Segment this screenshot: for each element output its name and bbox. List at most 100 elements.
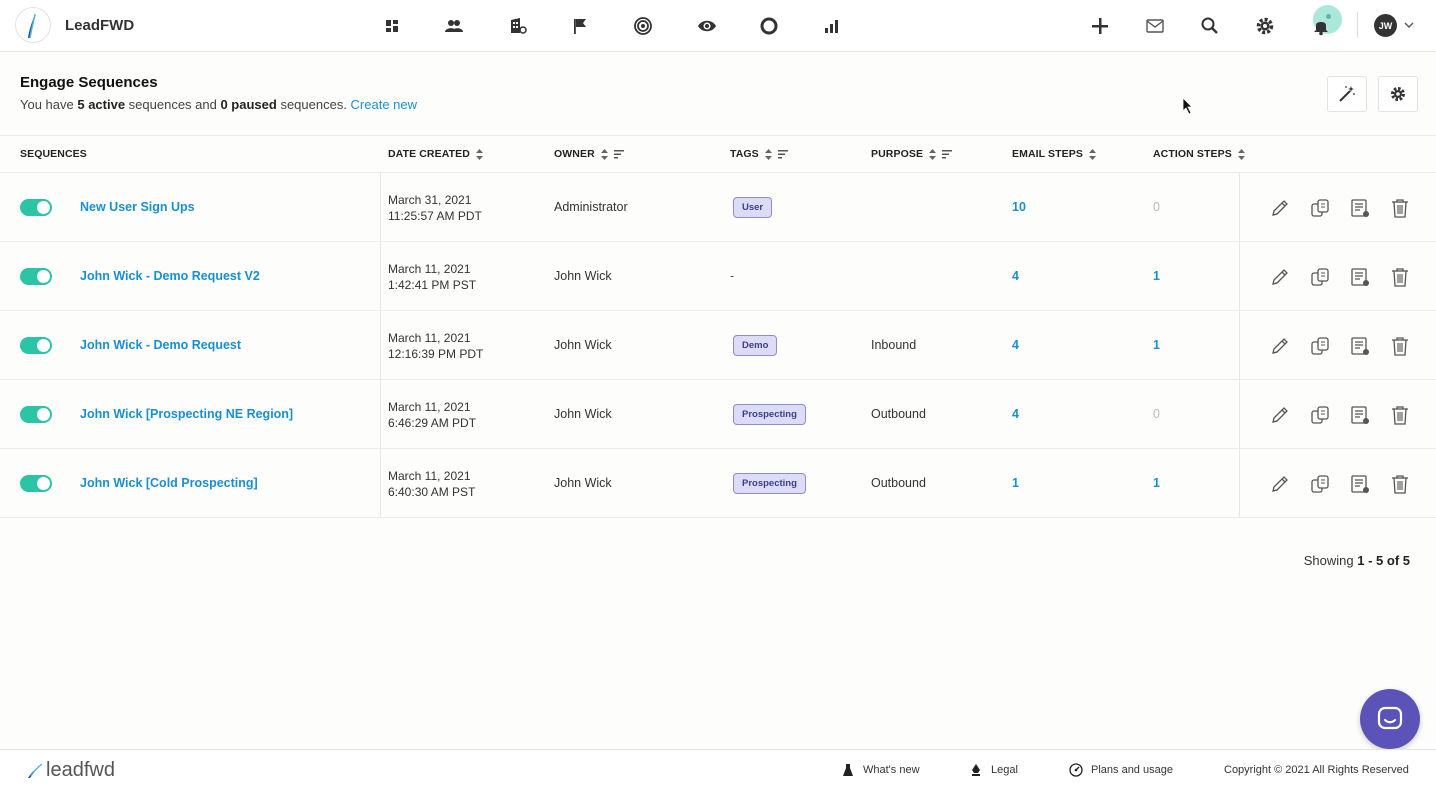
duplicate-icon[interactable]	[1308, 403, 1332, 427]
sequence-active-toggle[interactable]	[20, 337, 52, 354]
column-header-sequences: SEQUENCES	[20, 148, 87, 160]
sort-icon[interactable]	[764, 148, 773, 160]
filter-icon[interactable]	[777, 149, 788, 159]
action-steps-count[interactable]: 1	[1153, 476, 1160, 490]
report-icon[interactable]	[1348, 472, 1372, 496]
tag-badge[interactable]: Prospecting	[733, 404, 806, 425]
pen-nib-icon	[972, 764, 980, 776]
tag-badge[interactable]: Prospecting	[733, 473, 806, 494]
action-steps-count: 0	[1153, 407, 1160, 421]
owner-name: John Wick	[554, 269, 612, 283]
sequence-active-toggle[interactable]	[20, 268, 52, 285]
target-icon[interactable]	[630, 13, 656, 39]
email-steps-count[interactable]: 4	[1012, 338, 1019, 352]
tag-badge[interactable]: User	[733, 197, 773, 218]
sequence-name-link[interactable]: John Wick - Demo Request V2	[80, 269, 260, 283]
sort-icon[interactable]	[1088, 148, 1097, 160]
magic-wand-button[interactable]	[1327, 76, 1367, 112]
column-header-tags[interactable]: TAGS	[730, 148, 788, 160]
owner-name: Administrator	[554, 200, 628, 214]
sequence-name-link[interactable]: New User Sign Ups	[80, 200, 195, 214]
dashboard-icon[interactable]	[379, 13, 405, 39]
email-steps-count[interactable]: 4	[1012, 407, 1019, 421]
plus-icon[interactable]	[1087, 13, 1113, 39]
edit-icon[interactable]	[1268, 196, 1292, 220]
plans-usage-link[interactable]: Plans and usage	[1069, 763, 1173, 777]
table-row: John Wick [Cold Prospecting] March 11, 2…	[0, 449, 1436, 518]
report-icon[interactable]	[1348, 403, 1372, 427]
app-logo[interactable]	[15, 7, 51, 43]
delete-icon[interactable]	[1388, 472, 1412, 496]
report-icon[interactable]	[1348, 196, 1372, 220]
sort-icon[interactable]	[928, 148, 937, 160]
legal-link[interactable]: Legal	[969, 763, 1018, 777]
footer-logo[interactable]: leadfwd	[26, 759, 115, 782]
column-header-action-steps[interactable]: ACTION STEPS	[1153, 148, 1246, 160]
date-created: March 11, 2021 6:46:29 AM PDT	[388, 400, 477, 430]
brand-name[interactable]: LeadFWD	[65, 17, 134, 34]
buildings-icon[interactable]	[505, 13, 531, 39]
sort-icon[interactable]	[600, 148, 609, 160]
settings-button[interactable]	[1378, 76, 1418, 112]
report-icon[interactable]	[1348, 265, 1372, 289]
edit-icon[interactable]	[1268, 334, 1292, 358]
create-new-link[interactable]: Create new	[351, 97, 417, 112]
action-steps-count[interactable]: 1	[1153, 338, 1160, 352]
sort-icon[interactable]	[1237, 148, 1246, 160]
sequence-name-link[interactable]: John Wick - Demo Request	[80, 338, 241, 352]
table-row: New User Sign Ups March 31, 2021 11:25:5…	[0, 173, 1436, 242]
sequence-active-toggle[interactable]	[20, 199, 52, 216]
delete-icon[interactable]	[1388, 334, 1412, 358]
circle-icon[interactable]	[756, 13, 782, 39]
delete-icon[interactable]	[1388, 403, 1412, 427]
column-header-owner[interactable]: OWNER	[554, 148, 624, 160]
delete-icon[interactable]	[1388, 196, 1412, 220]
filter-icon[interactable]	[613, 149, 624, 159]
duplicate-icon[interactable]	[1308, 472, 1332, 496]
action-steps-count[interactable]: 1	[1153, 269, 1160, 283]
sequence-active-toggle[interactable]	[20, 475, 52, 492]
chat-launcher-button[interactable]	[1360, 689, 1420, 749]
column-header-email-steps[interactable]: EMAIL STEPS	[1012, 148, 1097, 160]
mail-icon[interactable]	[1142, 13, 1168, 39]
sort-icon[interactable]	[475, 148, 484, 160]
whats-new-link[interactable]: What's new	[841, 763, 920, 777]
tag-badge[interactable]: Demo	[733, 335, 778, 356]
sequence-active-toggle[interactable]	[20, 406, 52, 423]
filter-icon[interactable]	[942, 149, 953, 159]
flag-icon[interactable]	[567, 13, 593, 39]
column-header-purpose[interactable]: PURPOSE	[871, 148, 953, 160]
owner-name: John Wick	[554, 476, 612, 490]
email-steps-count[interactable]: 10	[1012, 200, 1026, 214]
chevron-down-icon[interactable]	[1402, 18, 1416, 32]
sequence-name-link[interactable]: John Wick [Cold Prospecting]	[80, 476, 258, 490]
gear-icon[interactable]	[1252, 13, 1278, 39]
bar-chart-icon[interactable]	[818, 13, 844, 39]
sequences-table: SEQUENCES DATE CREATED OWNER TAGS PURPOS…	[0, 135, 1436, 518]
table-header: SEQUENCES DATE CREATED OWNER TAGS PURPOS…	[0, 135, 1436, 173]
footer: leadfwd What's new Legal Plans and usage…	[0, 749, 1436, 789]
report-icon[interactable]	[1348, 334, 1372, 358]
top-nav-bar: LeadFWD JW	[0, 0, 1436, 52]
edit-icon[interactable]	[1268, 265, 1292, 289]
duplicate-icon[interactable]	[1308, 265, 1332, 289]
pagination-summary: Showing 1 - 5 of 5	[1303, 553, 1410, 568]
email-steps-count[interactable]: 4	[1012, 269, 1019, 283]
duplicate-icon[interactable]	[1308, 196, 1332, 220]
user-avatar[interactable]: JW	[1374, 14, 1397, 37]
search-icon[interactable]	[1197, 13, 1223, 39]
delete-icon[interactable]	[1388, 265, 1412, 289]
feather-logo-icon	[28, 13, 36, 39]
date-created: March 11, 2021 6:40:30 AM PST	[388, 469, 476, 499]
people-icon[interactable]	[441, 13, 467, 39]
email-steps-count[interactable]: 1	[1012, 476, 1019, 490]
gear-icon	[1391, 87, 1405, 101]
tag-empty: -	[730, 269, 735, 283]
edit-icon[interactable]	[1268, 403, 1292, 427]
duplicate-icon[interactable]	[1308, 334, 1332, 358]
bell-icon[interactable]	[1308, 13, 1334, 39]
column-header-date-created[interactable]: DATE CREATED	[388, 148, 484, 160]
eye-icon[interactable]	[694, 13, 720, 39]
edit-icon[interactable]	[1268, 472, 1292, 496]
sequence-name-link[interactable]: John Wick [Prospecting NE Region]	[80, 407, 293, 421]
